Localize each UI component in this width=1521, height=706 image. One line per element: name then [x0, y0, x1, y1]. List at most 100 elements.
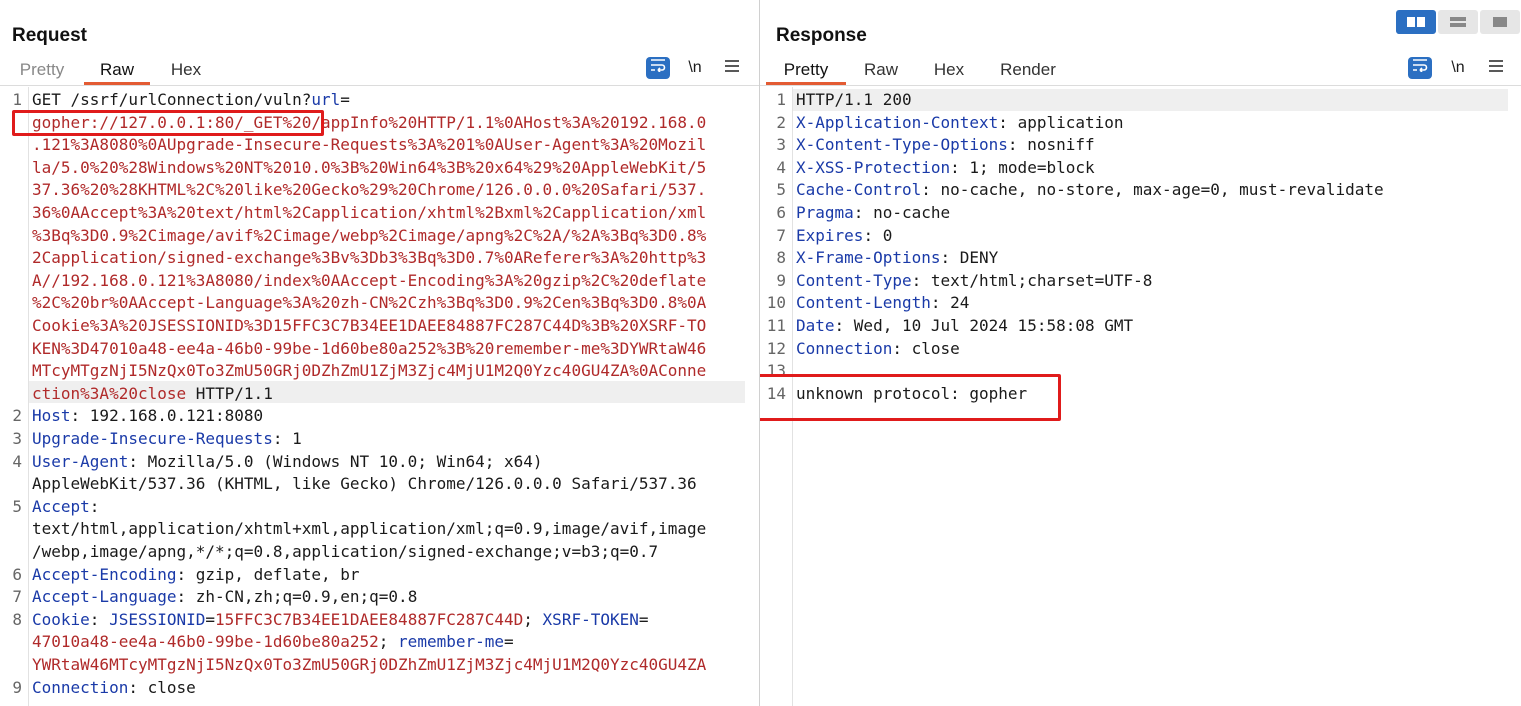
line-number: 11 [766, 316, 786, 335]
code-line: 37.36%20%28KHTML%2C%20like%20Gecko%29%20… [32, 179, 706, 201]
token-key: Accept-Encoding [32, 565, 177, 584]
line-number [0, 654, 22, 676]
response-tab-render[interactable]: Render [996, 58, 1060, 85]
line-number [0, 157, 22, 179]
wrap-text-icon[interactable] [1408, 57, 1432, 79]
token-key: XSRF-TOKEN [542, 610, 639, 629]
hamburger-menu-icon[interactable] [720, 57, 744, 79]
code-line: GET /ssrf/urlConnection/vuln?url= [32, 89, 350, 111]
token-key: Connection [32, 678, 129, 697]
line-number: 6 [12, 565, 22, 584]
token-text: = [205, 610, 216, 629]
code-line: .121%3A8080%0AUpgrade-Insecure-Requests%… [32, 134, 706, 156]
token-key: User-Agent [32, 452, 129, 471]
token-text: : Wed, 10 Jul 2024 15:58:08 GMT [834, 316, 1134, 335]
line-number [0, 179, 22, 201]
token-encoded-value: MTcyMTgzNjI5NzQx0To3ZmU50GRj0DZhZmU1ZjM3… [32, 361, 707, 380]
token-text: : 0 [863, 226, 893, 245]
newline-toggle-button[interactable]: \n [1446, 57, 1470, 79]
newline-toggle-button[interactable]: \n [683, 57, 707, 79]
request-title: Request [12, 25, 87, 46]
token-text: /webp,image/apng,*/*;q=0.8,application/s… [32, 542, 659, 561]
token-encoded-value: 2Capplication/signed-exchange%3Bv%3Db3%3… [32, 248, 707, 267]
token-key: X-Content-Type-Options [796, 135, 1008, 154]
token-text: : Mozilla/5.0 (Windows NT 10.0; Win64; x… [128, 452, 543, 471]
token-key: JSESSIONID [109, 610, 206, 629]
token-text: : no-cache [853, 203, 951, 222]
request-tab-hex[interactable]: Hex [162, 58, 210, 85]
token-encoded-value: 47010a48-ee4a-46b0-99be-1d60be80a252 [32, 632, 379, 651]
line-number [0, 338, 22, 360]
code-line: %3Bq%3D0.9%2Cimage/avif%2Cimage/webp%2Ci… [32, 225, 706, 247]
code-line: Host: 192.168.0.121:8080 [32, 405, 263, 427]
line-number [0, 315, 22, 337]
line-number [0, 202, 22, 224]
response-tab-hex[interactable]: Hex [926, 58, 972, 85]
code-line: Connection: close [32, 677, 196, 699]
response-pane: Response Pretty Raw Hex Render \n 1 HTTP/… [760, 0, 1521, 706]
wrap-text-icon[interactable] [646, 57, 670, 79]
token-text: : DENY [940, 248, 999, 267]
token-text: : 1; mode=block [950, 158, 1095, 177]
token-text: : close [892, 339, 960, 358]
code-line: X-Content-Type-Options: nosniff [796, 134, 1095, 156]
code-line: 47010a48-ee4a-46b0-99be-1d60be80a252; re… [32, 631, 514, 653]
code-line: User-Agent: Mozilla/5.0 (Windows NT 10.0… [32, 451, 543, 473]
token-text: : [89, 497, 100, 516]
token-text: : zh-CN,zh;q=0.9,en;q=0.8 [176, 587, 418, 606]
token-text: : no-cache, no-store, max-age=0, must-re… [921, 180, 1384, 199]
line-number: 7 [12, 587, 22, 606]
request-tab-raw[interactable]: Raw [84, 58, 150, 85]
code-line: %2C%20br%0AAccept-Language%3A%20zh-CN%2C… [32, 292, 706, 314]
token-key: X-Frame-Options [796, 248, 941, 267]
response-tab-separator [760, 85, 1521, 86]
token-text: HTTP/1.1 [186, 384, 273, 403]
line-number: 9 [12, 678, 22, 697]
split-horizontal-icon[interactable] [1396, 10, 1436, 34]
code-line: Pragma: no-cache [796, 202, 950, 224]
request-tab-separator [0, 85, 759, 86]
token-encoded-value: YWRtaW46MTcyMTgzNjI5NzQx0To3ZmU50GRj0DZh… [32, 655, 707, 674]
token-key: Connection [796, 339, 893, 358]
token-text: : [89, 610, 110, 629]
code-line: Expires: 0 [796, 225, 892, 247]
token-text: AppleWebKit/537.36 (KHTML, like Gecko) C… [32, 474, 697, 493]
line-number [0, 270, 22, 292]
line-number [0, 134, 22, 156]
code-line: Accept-Encoding: gzip, deflate, br [32, 564, 360, 586]
response-tab-raw[interactable]: Raw [858, 58, 904, 85]
split-vertical-icon[interactable] [1438, 10, 1478, 34]
code-line: A//192.168.0.121%3A8080/index%0AAccept-E… [32, 270, 706, 292]
code-line: Accept: [32, 496, 99, 518]
token-encoded-value: 15FFC3C7B34EE1DAEE84887FC287C44D [215, 610, 524, 629]
line-number [0, 292, 22, 314]
code-line: Upgrade-Insecure-Requests: 1 [32, 428, 302, 450]
token-key: Upgrade-Insecure-Requests [32, 429, 273, 448]
token-text: = [638, 610, 649, 629]
token-text: : close [128, 678, 196, 697]
token-text: ; [378, 632, 399, 651]
token-key: Content-Type [796, 271, 912, 290]
token-key: Content-Length [796, 293, 931, 312]
response-title: Response [776, 25, 867, 46]
code-line: ction%3A%20close HTTP/1.1 [32, 383, 273, 405]
code-line: AppleWebKit/537.36 (KHTML, like Gecko) C… [32, 473, 697, 495]
request-tab-pretty[interactable]: Pretty [14, 58, 70, 85]
token-encoded-value: %3Bq%3D0.9%2Cimage/avif%2Cimage/webp%2Ci… [32, 226, 707, 245]
code-line: MTcyMTgzNjI5NzQx0To3ZmU50GRj0DZhZmU1ZjM3… [32, 360, 706, 382]
hamburger-menu-icon[interactable] [1484, 57, 1508, 79]
line-number: 3 [12, 429, 22, 448]
token-key: X-XSS-Protection [796, 158, 951, 177]
line-number [0, 383, 22, 405]
line-number: 4 [776, 158, 786, 177]
token-encoded-value: KEN%3D47010a48-ee4a-46b0-99be-1d60be80a2… [32, 339, 707, 358]
line-number: 4 [12, 452, 22, 471]
token-text: GET /ssrf/urlConnection/vuln? [32, 90, 312, 109]
token-encoded-value: %2C%20br%0AAccept-Language%3A%20zh-CN%2C… [32, 293, 707, 312]
token-text: : nosniff [1007, 135, 1095, 154]
response-tab-pretty[interactable]: Pretty [766, 58, 846, 85]
code-line: X-Application-Context: application [796, 112, 1124, 134]
single-pane-icon[interactable] [1480, 10, 1520, 34]
token-key: Accept [32, 497, 90, 516]
token-text: = [504, 632, 514, 651]
